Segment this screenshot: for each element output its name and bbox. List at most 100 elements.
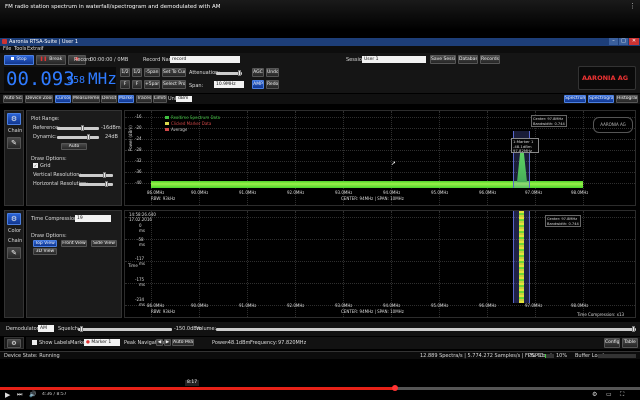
spectrogram-y-unit: ms	[139, 261, 145, 266]
fullscreen-icon[interactable]: ⛶	[620, 391, 624, 399]
more-icon[interactable]: ⋮	[629, 2, 636, 10]
dynamic-value: 24dB	[105, 134, 118, 140]
play-icon[interactable]: ▶	[5, 391, 10, 399]
3d-view-button[interactable]: 3D View	[33, 248, 57, 255]
spectrum-x-tick: 92.0MHz	[287, 190, 305, 195]
minimize-icon[interactable]: –	[609, 38, 618, 45]
amp-button[interactable]: AMP	[252, 80, 264, 89]
session-select[interactable]: User 1	[362, 56, 426, 63]
step-f1-button[interactable]: F	[120, 80, 130, 89]
tab-spectrogram[interactable]: Spectrogram	[588, 95, 614, 103]
side-view-button[interactable]: Side View	[91, 240, 117, 247]
squelch-thumb[interactable]	[80, 326, 83, 332]
demod-settings-tab[interactable]: ⚙	[7, 339, 21, 348]
peak-next-button[interactable]: ▶	[164, 339, 171, 346]
spectrogram-tool-tab[interactable]: ✎	[7, 247, 21, 259]
top-view-button[interactable]: Top View	[33, 240, 57, 247]
horizontal-resolution-slider[interactable]	[79, 181, 113, 187]
attenuation-thumb[interactable]	[238, 70, 241, 76]
squelch-slider[interactable]	[78, 326, 172, 332]
table-button[interactable]: Table	[622, 338, 638, 348]
menu-file[interactable]: File	[3, 46, 11, 52]
volume-thumb[interactable]	[632, 326, 635, 332]
auto-peak-button[interactable]: Auto Peak	[172, 339, 194, 346]
tab-limits[interactable]: Limits	[153, 95, 167, 103]
tab-marker[interactable]: Marker	[118, 95, 134, 103]
menu-tools[interactable]: Tools	[14, 46, 26, 52]
spectrum-chain-tab[interactable]: Chain	[8, 128, 22, 134]
config-button[interactable]: Config	[604, 338, 620, 348]
vertical-resolution-slider[interactable]	[79, 172, 113, 178]
database-button[interactable]: Database	[458, 55, 478, 64]
break-button[interactable]: ❚❚ Break	[36, 55, 66, 65]
settings-icon[interactable]: ⚙	[592, 391, 597, 398]
spectrum-plot[interactable]: Power (dBm) -16 -20 -24 -28 -32 -36 -40 …	[124, 110, 636, 206]
spectrum-tool-tab[interactable]: ✎	[7, 137, 21, 149]
spectrogram-settings-tab[interactable]: ⚙	[7, 213, 21, 225]
spectrogram-signal	[519, 211, 524, 303]
reference-thumb[interactable]	[81, 125, 84, 131]
spectrum-settings-tab[interactable]: ⚙	[7, 113, 21, 125]
tab-cursor[interactable]: Cursor	[55, 95, 71, 103]
plus-span-button[interactable]: +5pan	[144, 80, 160, 89]
minus-span-button[interactable]: -5pan	[144, 68, 160, 77]
horizontal-resolution-thumb[interactable]	[105, 181, 108, 187]
tab-density[interactable]: Density	[101, 95, 117, 103]
video-scrub-handle[interactable]	[392, 385, 398, 391]
spectrum-side-tabs: ⚙ Chain ✎	[4, 110, 24, 206]
select-profile-button[interactable]: Select Profile	[162, 80, 186, 89]
tab-histogram[interactable]: Histogram	[616, 95, 638, 103]
record-name-input[interactable]: record	[170, 56, 240, 63]
spectrogram-color-tab[interactable]: Color	[8, 228, 21, 234]
peak-prev-button[interactable]: ◀	[156, 339, 163, 346]
save-session-button[interactable]: Save Session	[430, 55, 456, 64]
volume-label: Volume:	[196, 326, 217, 332]
stop-button[interactable]: Stop	[4, 55, 34, 65]
reference-value: -16dBm	[101, 125, 121, 131]
dynamic-thumb[interactable]	[87, 134, 90, 140]
close-icon[interactable]: ✕	[629, 38, 639, 45]
vertical-resolution-thumb[interactable]	[103, 172, 106, 178]
dynamic-slider[interactable]	[57, 134, 99, 140]
span-select[interactable]: 10.9MHz	[214, 81, 244, 88]
step-half-1-button[interactable]: 1/2	[120, 68, 130, 77]
menu-help[interactable]: ?	[41, 46, 44, 52]
spectrum-y-tick: -40	[135, 180, 142, 185]
time-compression-input[interactable]: 19	[75, 215, 111, 222]
front-view-button[interactable]: Front View	[61, 240, 87, 247]
reference-slider[interactable]	[57, 125, 99, 131]
grid-checkbox[interactable]: ✓	[33, 163, 38, 168]
spectrogram-chain-tab[interactable]: Chain	[8, 238, 22, 244]
volume-icon[interactable]: 🔊	[29, 391, 36, 398]
legend-item: Average	[171, 127, 188, 132]
frequency-display[interactable]: 00.093 958 MHz	[4, 67, 117, 91]
tab-measurement[interactable]: Measurement	[72, 95, 100, 103]
undo-button[interactable]: Undo	[266, 68, 279, 77]
agc-button[interactable]: AGC	[252, 68, 264, 77]
attenuation-slider[interactable]	[216, 70, 242, 76]
view-tabs: Auto Scale Device Zoom Cursor Measuremen…	[0, 94, 640, 104]
next-icon[interactable]: ⏭	[17, 391, 22, 399]
step-f2-button[interactable]: F	[132, 80, 142, 89]
tab-spectrum[interactable]: Spectrum	[564, 95, 586, 103]
theater-icon[interactable]: ▭	[606, 391, 612, 398]
stop-icon	[11, 57, 15, 60]
tab-auto-scale[interactable]: Auto Scale	[3, 95, 23, 103]
redo-button[interactable]: Redo	[266, 80, 279, 89]
volume-slider[interactable]	[216, 326, 636, 332]
spectrogram-plot[interactable]: Time 14:58:26.640 17.02.2016 0 ms -58 ms…	[124, 210, 636, 318]
video-progress-track[interactable]	[0, 385, 640, 391]
records-button[interactable]: Records	[480, 55, 500, 64]
plot-logo: AARONIA AG	[593, 117, 633, 133]
demodulator-select[interactable]: AM	[38, 325, 54, 332]
tab-device-zoom[interactable]: Device Zoom	[25, 95, 53, 103]
gear-icon: ⚙	[10, 215, 18, 223]
show-labels-checkbox[interactable]	[32, 340, 37, 345]
step-half-2-button[interactable]: 1/2	[132, 68, 142, 77]
auto-range-button[interactable]: Auto	[61, 143, 87, 150]
marker-select[interactable]: ● Marker 1	[84, 339, 120, 346]
maximize-icon[interactable]: □	[619, 38, 628, 45]
unit-select[interactable]: dBm	[176, 96, 192, 102]
set-to-cursor-button[interactable]: Set To Cursor	[162, 68, 186, 77]
tab-traces[interactable]: Traces	[136, 95, 152, 103]
